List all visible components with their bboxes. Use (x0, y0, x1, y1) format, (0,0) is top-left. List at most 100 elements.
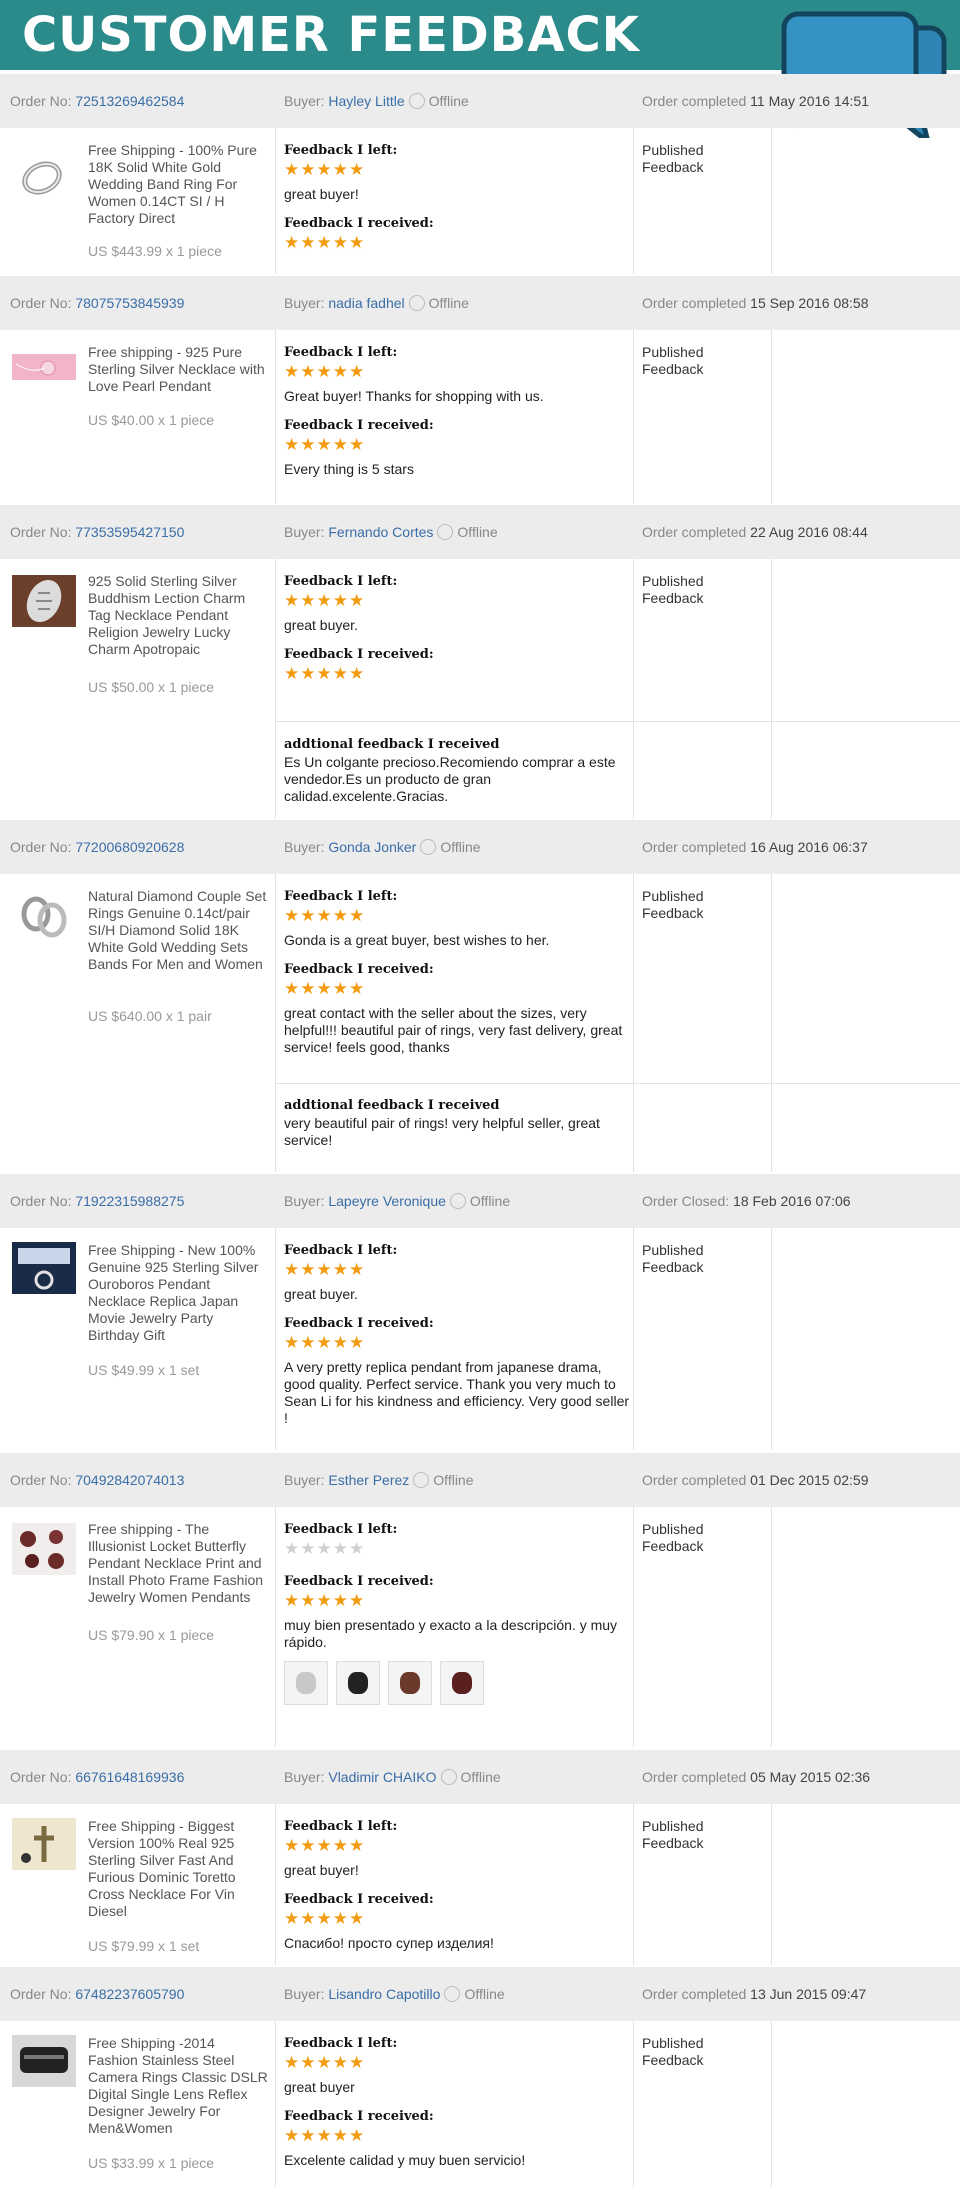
product-thumbnail[interactable] (12, 1818, 76, 1870)
product-title-link[interactable]: 925 Solid Sterling Silver Buddhism Lecti… (88, 573, 268, 658)
additional-feedback-label: addtional feedback I received (284, 737, 500, 752)
order-number-link[interactable]: 72513269462584 (75, 93, 184, 109)
feedback-left-label: Feedback I left: (284, 1522, 398, 1537)
buyer-name-link[interactable]: Esther Perez (328, 1472, 409, 1488)
order-number: Order No: 67482237605790 (10, 1986, 185, 2002)
product-thumbnail[interactable] (12, 890, 76, 942)
feedback-left-label: Feedback I left: (284, 2036, 398, 2051)
feedback-block: Feedback I left: ★★★★★ Great buyer! Than… (284, 344, 634, 478)
buyer-name-link[interactable]: Fernando Cortes (328, 524, 433, 540)
feedback-left-text: great buyer. (284, 1286, 358, 1302)
order-number: Order No: 71922315988275 (10, 1193, 185, 1209)
buyer-info: Buyer: Vladimir CHAIKO Offline (284, 1769, 501, 1785)
order-header: Order No: 77353595427150 Buyer: Fernando… (0, 505, 960, 559)
product-title-link[interactable]: Free Shipping - 100% Pure 18K Solid Whit… (88, 142, 268, 227)
order-header: Order No: 66761648169936 Buyer: Vladimir… (0, 1750, 960, 1804)
additional-feedback-text: very beautiful pair of rings! very helpf… (284, 1115, 600, 1148)
order-card: Order No: 72513269462584 Buyer: Hayley L… (0, 74, 960, 274)
published-feedback-status: Published Feedback (642, 888, 704, 921)
order-header: Order No: 71922315988275 Buyer: Lapeyre … (0, 1174, 960, 1228)
feedback-photo-strip (284, 1661, 634, 1705)
order-status: Order completed 16 Aug 2016 06:37 (642, 839, 868, 855)
product-thumbnail[interactable] (12, 2035, 76, 2087)
feedback-left-label: Feedback I left: (284, 1819, 398, 1834)
chat-status-icon[interactable] (408, 295, 425, 311)
chat-status-icon[interactable] (413, 1472, 430, 1488)
feedback-photo[interactable] (336, 1661, 380, 1705)
product-title-link[interactable]: Natural Diamond Couple Set Rings Genuine… (88, 888, 268, 973)
feedback-left-label: Feedback I left: (284, 1243, 398, 1258)
chat-status-icon[interactable] (408, 93, 425, 109)
feedback-left-stars: ★★★★★ (284, 2053, 366, 2072)
chat-status-icon[interactable] (444, 1986, 461, 2002)
product-title-link[interactable]: Free shipping - The Illusionist Locket B… (88, 1521, 268, 1606)
feedback-received-label: Feedback I received: (284, 1892, 434, 1907)
feedback-left-text: great buyer (284, 2079, 355, 2095)
buyer-name-link[interactable]: nadia fadhel (328, 295, 404, 311)
feedback-block: Feedback I left: ★★★★★ great buyer. Feed… (284, 1242, 634, 1427)
feedback-left-text: great buyer. (284, 617, 358, 633)
additional-feedback: addtional feedback I received Es Un colg… (284, 736, 634, 805)
buyer-name-link[interactable]: Vladimir CHAIKO (328, 1769, 436, 1785)
order-number-link[interactable]: 66761648169936 (75, 1769, 184, 1785)
chat-status-icon[interactable] (440, 1769, 457, 1785)
buyer-status: Offline (440, 839, 481, 855)
feedback-left-stars: ★★★★★ (284, 1836, 366, 1855)
order-number-link[interactable]: 70492842074013 (75, 1472, 184, 1488)
published-feedback-status: Published Feedback (642, 1242, 704, 1275)
order-number: Order No: 72513269462584 (10, 93, 185, 109)
order-status: Order completed 22 Aug 2016 08:44 (642, 524, 868, 540)
feedback-photo[interactable] (388, 1661, 432, 1705)
order-number: Order No: 78075753845939 (10, 295, 185, 311)
product-title-link[interactable]: Free shipping - 925 Pure Sterling Silver… (88, 344, 268, 395)
feedback-photo[interactable] (440, 1661, 484, 1705)
product-price: US $79.99 x 1 set (88, 1938, 200, 1954)
published-feedback-status: Published Feedback (642, 2035, 704, 2068)
feedback-received-text: muy bien presentado y exacto a la descri… (284, 1617, 618, 1650)
feedback-block: Feedback I left: ★★★★★ great buyer. Feed… (284, 573, 634, 686)
product-title-link[interactable]: Free Shipping -2014 Fashion Stainless St… (88, 2035, 268, 2137)
order-number-link[interactable]: 77200680920628 (75, 839, 184, 855)
chat-status-icon[interactable] (449, 1193, 466, 1209)
buyer-name-link[interactable]: Lapeyre Veronique (328, 1193, 446, 1209)
order-number-link[interactable]: 67482237605790 (75, 1986, 184, 2002)
buyer-status: Offline (457, 524, 498, 540)
feedback-received-text: Excelente calidad y muy buen servicio! (284, 2152, 526, 2168)
order-status: Order completed 13 Jun 2015 09:47 (642, 1986, 867, 2002)
feedback-block: Feedback I left: ★★★★★ great buyer! Feed… (284, 1818, 634, 1952)
order-header: Order No: 78075753845939 Buyer: nadia fa… (0, 276, 960, 330)
order-card: Order No: 77200680920628 Buyer: Gonda Jo… (0, 820, 960, 1172)
product-thumbnail[interactable] (12, 1242, 76, 1294)
feedback-received-label: Feedback I received: (284, 216, 434, 231)
order-number-link[interactable]: 71922315988275 (75, 1193, 184, 1209)
order-number-link[interactable]: 78075753845939 (75, 295, 184, 311)
buyer-status: Offline (464, 1986, 505, 2002)
buyer-name-link[interactable]: Gonda Jonker (328, 839, 416, 855)
feedback-block: Feedback I left: ★★★★★ great buyer Feedb… (284, 2035, 634, 2169)
feedback-received-stars: ★★★★★ (284, 2126, 366, 2145)
feedback-left-text: great buyer! (284, 1862, 359, 1878)
order-header: Order No: 77200680920628 Buyer: Gonda Jo… (0, 820, 960, 874)
product-thumbnail[interactable] (12, 344, 76, 396)
published-feedback-status: Published Feedback (642, 1521, 704, 1554)
chat-status-icon[interactable] (420, 839, 437, 855)
product-thumbnail[interactable] (12, 1523, 76, 1575)
order-number-link[interactable]: 77353595427150 (75, 524, 184, 540)
product-thumbnail[interactable] (12, 150, 76, 202)
published-feedback-status: Published Feedback (642, 1818, 704, 1851)
published-feedback-status: Published Feedback (642, 142, 704, 175)
feedback-received-label: Feedback I received: (284, 647, 434, 662)
order-number: Order No: 70492842074013 (10, 1472, 185, 1488)
order-header: Order No: 72513269462584 Buyer: Hayley L… (0, 74, 960, 128)
chat-status-icon[interactable] (437, 524, 454, 540)
buyer-name-link[interactable]: Hayley Little (328, 93, 404, 109)
order-card: Order No: 78075753845939 Buyer: nadia fa… (0, 276, 960, 504)
order-number: Order No: 66761648169936 (10, 1769, 185, 1785)
buyer-status: Offline (460, 1769, 501, 1785)
product-thumbnail[interactable] (12, 575, 76, 627)
product-title-link[interactable]: Free Shipping - Biggest Version 100% Rea… (88, 1818, 268, 1920)
feedback-received-text: Спасибо! просто супер изделия! (284, 1935, 494, 1951)
feedback-photo[interactable] (284, 1661, 328, 1705)
product-title-link[interactable]: Free Shipping - New 100% Genuine 925 Ste… (88, 1242, 268, 1344)
buyer-name-link[interactable]: Lisandro Capotillo (328, 1986, 440, 2002)
